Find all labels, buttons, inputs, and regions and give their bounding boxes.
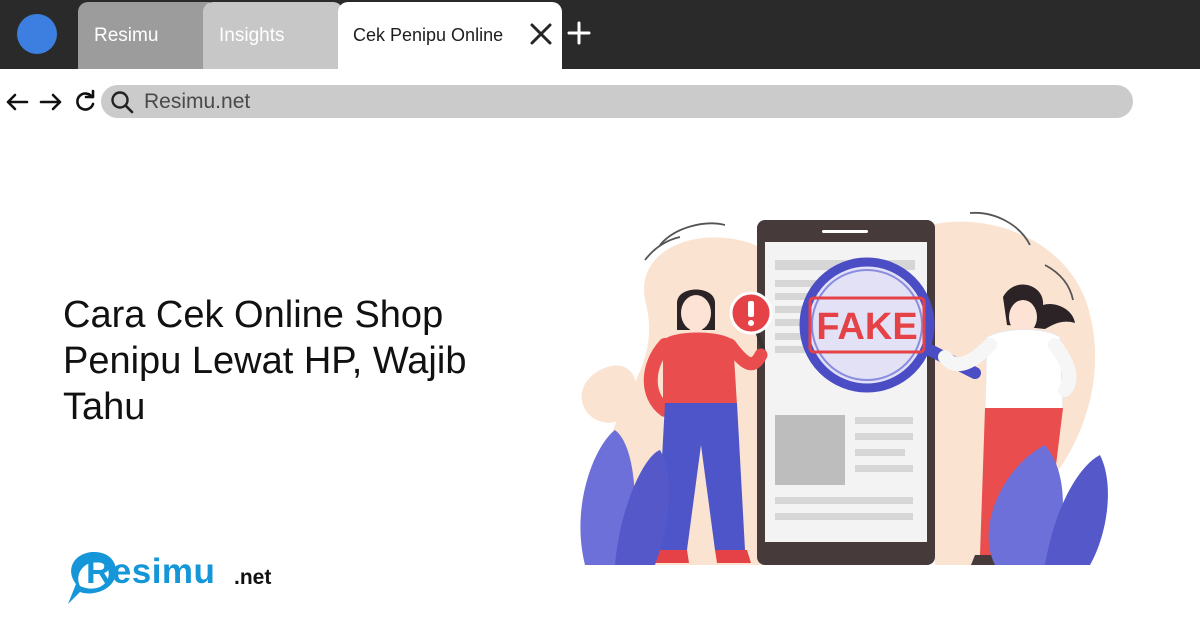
reload-icon[interactable]	[72, 89, 98, 115]
tab-label: Resimu	[94, 25, 159, 46]
address-bar[interactable]: Resimu.net	[101, 85, 1133, 118]
tab-resimu[interactable]: Resimu	[78, 2, 218, 69]
tab-label: Insights	[219, 25, 285, 46]
forward-arrow-icon[interactable]	[38, 89, 64, 115]
fake-phone-illustration: FAKE	[580, 212, 1108, 566]
search-icon	[111, 91, 134, 114]
logo-name: Resimu	[86, 552, 216, 591]
fake-label: FAKE	[816, 306, 917, 348]
back-arrow-icon[interactable]	[4, 89, 30, 115]
address-url: Resimu.net	[144, 90, 251, 113]
tab-bar: Resimu Insights Cek Penipu Online	[0, 0, 1200, 69]
plus-icon[interactable]	[567, 21, 591, 45]
tab-label: Cek Penipu Online	[353, 25, 504, 45]
logo-suffix: .net	[234, 566, 272, 589]
profile-icon[interactable]	[17, 14, 57, 54]
page-title: Cara Cek Online Shop Penipu Lewat HP, Wa…	[63, 294, 467, 428]
close-icon[interactable]	[528, 21, 554, 47]
resimu-logo[interactable]: Resimu .net	[62, 548, 302, 608]
tab-insights[interactable]: Insights	[203, 2, 343, 69]
